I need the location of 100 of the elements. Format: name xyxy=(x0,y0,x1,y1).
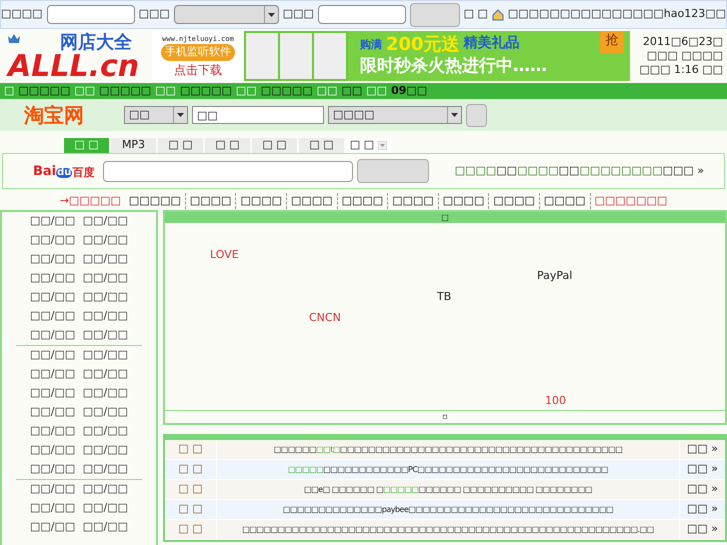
category-link[interactable]: □□/□□ xyxy=(82,442,128,459)
category-link[interactable]: □□/□□ xyxy=(30,385,76,402)
nav-link[interactable]: 09□□ xyxy=(391,82,428,100)
site-logo[interactable]: ALLL.cn 网店大全 xyxy=(4,30,144,82)
submit-button[interactable] xyxy=(410,2,460,26)
ad-text: 购满 xyxy=(360,37,382,54)
sort-select[interactable]: □□□□ xyxy=(328,106,462,124)
search-tab[interactable]: □ □ xyxy=(346,138,391,153)
panel-footer: ▫ xyxy=(165,410,725,423)
news-headline[interactable]: □□□□□□□□□□□□□□paybee□□□□□□□□□□□□□□□□□□□□□□□□□□□□□ xyxy=(217,500,679,519)
category-link[interactable]: □□/□□ xyxy=(30,289,76,306)
news-headline[interactable]: □□□□□□□□□□□□□□□□□PC□□□□□□□□□□□□□□□□□□□□□□□□□□□ xyxy=(217,460,679,479)
category-link[interactable]: □□/□□ xyxy=(30,500,76,517)
category-link[interactable]: □□/□□ xyxy=(82,481,128,498)
nav-link[interactable]: □□ xyxy=(341,82,362,100)
baidu-link[interactable]: □□□□□□□□ xyxy=(579,162,663,180)
search-input[interactable]: □□ xyxy=(192,106,324,124)
category-link[interactable]: □□/□□ xyxy=(82,213,128,230)
more-link[interactable]: □□ » xyxy=(679,480,725,499)
panel-title: □ xyxy=(165,212,725,223)
tag-link[interactable]: LOVE xyxy=(210,247,239,264)
tag-link[interactable]: PayPal xyxy=(537,268,572,284)
nav-link[interactable]: □□□□□ xyxy=(18,82,70,100)
tag-link[interactable]: 100 xyxy=(545,393,566,410)
category-link[interactable]: □□/□□ xyxy=(82,232,128,249)
category-link[interactable]: □□/□□ xyxy=(30,347,76,364)
category-select[interactable]: □□ xyxy=(124,106,188,124)
category-link[interactable]: □□/□□ xyxy=(82,347,128,364)
quick-link[interactable]: □□□□ xyxy=(336,192,388,210)
category-link[interactable]: □□/□□ xyxy=(82,423,128,440)
category-link[interactable]: □□/□□ xyxy=(82,500,128,517)
tag-link[interactable]: TB xyxy=(437,289,452,306)
date-text: 2011□6□23□ xyxy=(642,35,723,49)
quick-link[interactable]: □□□□ xyxy=(235,192,286,210)
quick-link[interactable]: □□□□ xyxy=(387,192,438,210)
text-input[interactable] xyxy=(46,5,135,24)
baidu-logo[interactable]: Bai du百度 xyxy=(33,164,99,178)
category-link[interactable]: □□/□□ xyxy=(30,270,76,287)
baidu-search-button[interactable] xyxy=(357,159,429,183)
quick-link[interactable]: □□□□ xyxy=(184,192,236,210)
quick-link[interactable]: □□□□□□□ xyxy=(590,192,672,210)
category-link[interactable]: □□/□□ xyxy=(30,423,76,440)
more-link[interactable]: □□ » xyxy=(679,500,725,519)
nav-link[interactable]: □□□□□ xyxy=(260,82,313,100)
quick-link[interactable]: □□□□ xyxy=(286,192,337,210)
category-link[interactable]: □□/□□ xyxy=(82,270,128,287)
quick-link[interactable]: □□□□ xyxy=(538,192,590,210)
photo-placeholder xyxy=(280,33,312,79)
search-tab[interactable]: □ □ xyxy=(158,138,203,153)
ad-product: 手机监听软件 xyxy=(161,44,235,60)
quick-link[interactable]: →□□□□□ xyxy=(56,192,125,210)
category-link[interactable]: □□/□□ xyxy=(30,366,76,383)
category-link[interactable]: □□/□□ xyxy=(82,366,128,383)
baidu-link[interactable]: □□□□ xyxy=(517,162,559,180)
category-link[interactable]: □□/□□ xyxy=(82,327,128,344)
category-link[interactable]: □□/□□ xyxy=(82,385,128,402)
category-link[interactable]: □□/□□ xyxy=(30,232,76,249)
search-tab[interactable]: □ □ xyxy=(205,138,250,153)
nav-link[interactable]: □□□□□ xyxy=(180,82,232,100)
news-tag: □ □ xyxy=(165,440,217,459)
search-tab[interactable]: □ □ xyxy=(299,138,344,153)
dropdown-caret-icon xyxy=(268,12,275,16)
select-field[interactable] xyxy=(174,5,279,24)
category-link[interactable]: □□/□□ xyxy=(30,519,76,536)
category-link[interactable]: □□/□□ xyxy=(82,461,128,478)
category-link[interactable]: □□/□□ xyxy=(82,404,128,421)
category-link[interactable]: □□/□□ xyxy=(82,519,128,536)
category-link[interactable]: □□/□□ xyxy=(30,327,76,344)
search-tab[interactable]: MP3 xyxy=(111,138,156,153)
category-link[interactable]: □□/□□ xyxy=(82,289,128,306)
category-link[interactable]: □□/□□ xyxy=(30,404,76,421)
news-headline[interactable]: □□□□□□□□□□□□□□□□□□□□□□□□□□□□□□□□□□□□□□□□□□□□□□□□□□□□□□□□.□□ xyxy=(217,520,679,539)
crown-icon xyxy=(8,34,20,44)
search-button[interactable] xyxy=(466,104,487,126)
text-input[interactable] xyxy=(318,5,406,24)
quick-link[interactable]: □□□□□ xyxy=(124,192,185,210)
category-link[interactable]: □□/□□ xyxy=(30,442,76,459)
quick-link[interactable]: □□□□ xyxy=(488,192,539,210)
news-headline[interactable]: □□□□□□□□t□□□□□□□□□□□□□□□□□□□□□□□□□□□□□□□□□□□□□□□□□ xyxy=(217,440,679,459)
more-link[interactable]: □□ » xyxy=(679,440,725,459)
search-tab[interactable]: □ □ xyxy=(252,138,297,153)
category-link[interactable]: □□/□□ xyxy=(82,251,128,268)
category-link[interactable]: □□/□□ xyxy=(30,251,76,268)
category-link[interactable]: □□/□□ xyxy=(30,308,76,325)
category-link[interactable]: □□/□□ xyxy=(30,461,76,478)
news-headline[interactable]: □□e□ □□□□□□ □□□□□□□□□□□□ □□□□□□□□□□ □□□□□□□□ xyxy=(217,480,679,499)
tag-link[interactable]: CNCN xyxy=(309,310,341,326)
dropdown-caret-icon xyxy=(451,113,458,117)
nav-link[interactable]: □□□□□ xyxy=(99,82,152,100)
more-link[interactable]: □□ » xyxy=(679,460,725,479)
dropdown-caret-icon xyxy=(378,141,388,150)
baidu-link[interactable]: □□□□ xyxy=(454,162,496,180)
category-link[interactable]: □□/□□ xyxy=(30,213,76,230)
hao123-link[interactable]: □□□□□□□□□□□□□□□hao123□□ xyxy=(508,6,726,23)
more-link[interactable]: □□ » xyxy=(679,520,725,539)
category-link[interactable]: □□/□□ xyxy=(82,308,128,325)
baidu-search-input[interactable] xyxy=(103,160,353,182)
category-link[interactable]: □□/□□ xyxy=(30,481,76,498)
quick-link[interactable]: □□□□ xyxy=(438,192,488,210)
field-label: □□□□ xyxy=(1,6,43,22)
